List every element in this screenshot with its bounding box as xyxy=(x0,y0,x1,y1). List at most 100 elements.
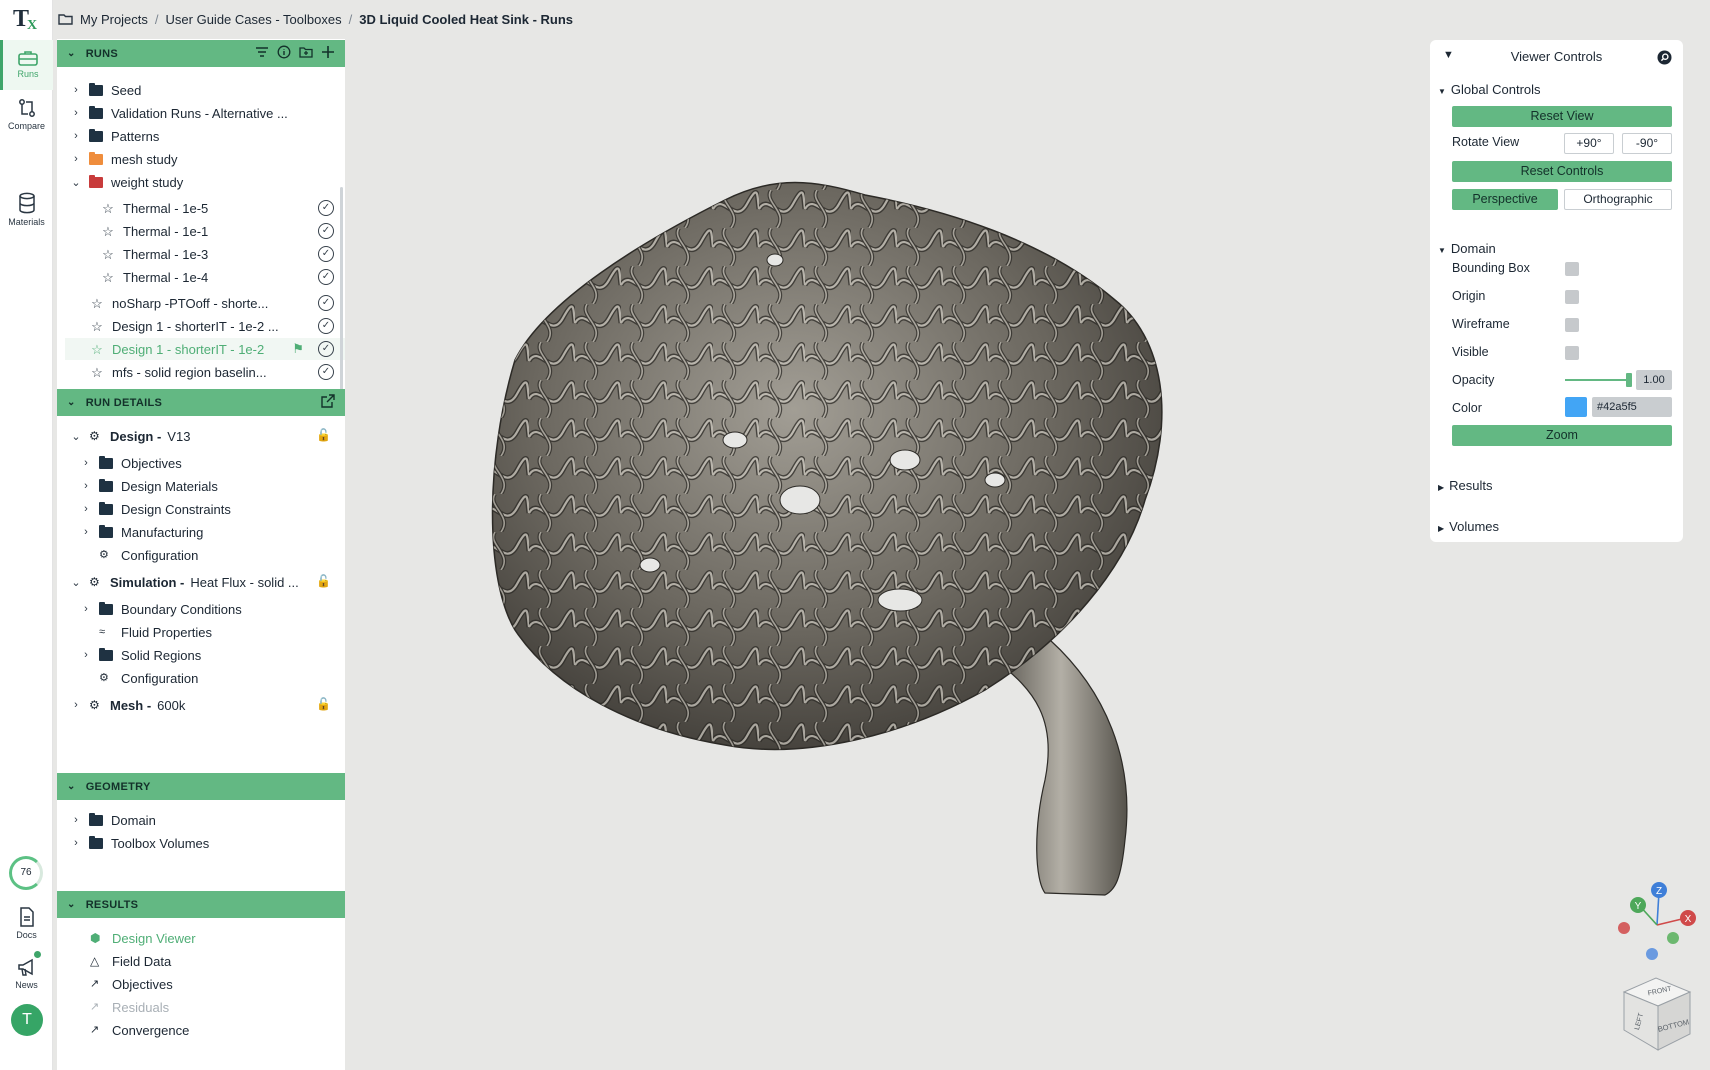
results-design-viewer[interactable]: ⬢ Design Viewer xyxy=(90,927,196,949)
neg-y-axis-icon[interactable] xyxy=(1667,932,1679,944)
run-item-label: mfs - solid region baselin... xyxy=(112,364,267,380)
sim-boundary-conditions[interactable]: › Boundary Conditions xyxy=(79,598,242,620)
run-folder-weight-study[interactable]: ⌄ weight study xyxy=(69,171,183,193)
chevron-right-icon: › xyxy=(84,526,88,538)
results-section[interactable]: ▶ Results xyxy=(1438,478,1493,493)
design-manufacturing[interactable]: › Manufacturing xyxy=(79,521,203,543)
results-convergence[interactable]: ↗ Convergence xyxy=(90,1019,189,1041)
folder-icon xyxy=(89,151,103,165)
open-external-icon[interactable] xyxy=(321,394,335,408)
opacity-value-field[interactable]: 1.00 xyxy=(1636,370,1672,390)
run-folder-mesh-study[interactable]: › mesh study xyxy=(69,148,177,170)
app-logo[interactable]: TX xyxy=(13,6,41,34)
run-item[interactable]: ☆ Design 1 - shorterIT - 1e-2 ... ✓ xyxy=(90,315,345,337)
origin-checkbox[interactable] xyxy=(1565,290,1579,304)
design-objectives[interactable]: › Objectives xyxy=(79,452,182,474)
run-folder-patterns[interactable]: › Patterns xyxy=(69,125,159,147)
design-node[interactable]: ⌄ ⚙ Design - V13 🔓 xyxy=(69,425,345,447)
visible-checkbox[interactable] xyxy=(1565,346,1579,360)
orthographic-button[interactable]: Orthographic xyxy=(1564,189,1672,210)
opacity-slider-track[interactable] xyxy=(1565,379,1628,381)
opacity-slider-handle[interactable] xyxy=(1626,373,1632,387)
rotate-minus-90-button[interactable]: -90° xyxy=(1622,133,1672,154)
folder-icon xyxy=(89,105,103,119)
chevron-down-icon: ⌄ xyxy=(67,781,76,792)
rail-materials-button[interactable]: Materials xyxy=(0,190,53,240)
run-item-selected[interactable]: ☆ Design 1 - shorterIT - 1e-2 ⚑ ✓ xyxy=(65,338,345,360)
run-item-label: Thermal - 1e-1 xyxy=(123,223,209,239)
neg-x-axis-icon[interactable] xyxy=(1618,922,1630,934)
run-item[interactable]: ☆ mfs - solid region baselin... ✓ xyxy=(90,361,345,383)
simulation-node[interactable]: ⌄ ⚙ Simulation - Heat Flux - solid ... 🔓 xyxy=(69,571,345,593)
results-field-data[interactable]: △ Field Data xyxy=(90,950,171,972)
check-circle-icon: ✓ xyxy=(318,200,334,216)
runs-section-header[interactable]: ⌄ RUNS xyxy=(57,40,345,67)
check-circle-icon: ✓ xyxy=(318,295,334,311)
zoom-button[interactable]: Zoom xyxy=(1452,425,1672,446)
rail-materials-label: Materials xyxy=(8,217,45,227)
color-hex-field[interactable]: #42a5f5 xyxy=(1592,397,1672,417)
mesh-node[interactable]: › ⚙ Mesh - 600k 🔓 xyxy=(69,694,345,716)
user-avatar[interactable]: T xyxy=(11,1004,43,1036)
neg-z-axis-icon[interactable] xyxy=(1646,948,1658,960)
geometry-section-header[interactable]: ⌄ GEOMETRY xyxy=(57,773,345,800)
search-icon[interactable] xyxy=(1657,50,1672,65)
run-item[interactable]: ☆ Thermal - 1e-3 ✓ xyxy=(101,243,345,265)
design-configuration[interactable]: ⚙ Configuration xyxy=(99,544,198,566)
network-icon: △ xyxy=(90,953,100,968)
volumes-section[interactable]: ▶ Volumes xyxy=(1438,519,1499,534)
filter-icon[interactable] xyxy=(255,45,269,59)
run-item[interactable]: ☆ Thermal - 1e-1 ✓ xyxy=(101,220,345,242)
new-folder-icon[interactable] xyxy=(299,45,313,59)
global-controls-section[interactable]: ▼ Global Controls xyxy=(1438,82,1541,97)
run-item[interactable]: ☆ Thermal - 1e-5 ✓ xyxy=(101,197,345,219)
axis-gizmo[interactable]: Z X Y xyxy=(1612,880,1702,960)
compare-icon xyxy=(18,99,35,117)
chevron-right-icon: › xyxy=(84,603,88,615)
rotate-plus-90-button[interactable]: +90° xyxy=(1564,133,1614,154)
wireframe-label: Wireframe xyxy=(1452,317,1510,331)
color-swatch[interactable] xyxy=(1565,397,1587,417)
run-item[interactable]: ☆ noSharp -PTOoff - shorte... ✓ xyxy=(90,292,345,314)
results-section-header[interactable]: ⌄ RESULTS xyxy=(57,891,345,918)
chevron-right-icon: › xyxy=(74,84,78,96)
design-materials[interactable]: › Design Materials xyxy=(79,475,218,497)
domain-section[interactable]: ▼ Domain xyxy=(1438,241,1496,256)
breadcrumb-toolboxes[interactable]: User Guide Cases - Toolboxes xyxy=(166,12,342,27)
geometry-domain[interactable]: › Domain xyxy=(69,809,156,831)
results-objectives[interactable]: ↗ Objectives xyxy=(90,973,173,995)
perspective-button[interactable]: Perspective xyxy=(1452,189,1558,210)
view-cube[interactable]: FRONT LEFT BOTTOM xyxy=(1614,970,1696,1054)
sim-fluid-properties[interactable]: ≈ Fluid Properties xyxy=(99,621,212,643)
results-residuals: ↗ Residuals xyxy=(90,996,169,1018)
runs-scrollbar[interactable] xyxy=(340,187,343,397)
rail-news-button[interactable]: News xyxy=(0,955,53,1005)
lock-icon[interactable]: 🔓 xyxy=(316,428,331,442)
run-details-section-header[interactable]: ⌄ RUN DETAILS xyxy=(57,389,345,416)
bounding-box-checkbox[interactable] xyxy=(1565,262,1579,276)
flag-icon[interactable]: ⚑ xyxy=(292,341,304,357)
lock-icon[interactable]: 🔓 xyxy=(316,574,331,588)
breadcrumb-my-projects[interactable]: My Projects xyxy=(80,12,148,27)
progress-gauge[interactable]: 76 xyxy=(9,856,43,890)
reset-controls-button[interactable]: Reset Controls xyxy=(1452,161,1672,182)
info-icon[interactable] xyxy=(277,45,291,59)
sim-solid-regions[interactable]: › Solid Regions xyxy=(79,644,201,666)
add-icon[interactable] xyxy=(321,45,335,59)
wireframe-checkbox[interactable] xyxy=(1565,318,1579,332)
run-folder-seed[interactable]: › Seed xyxy=(69,79,141,101)
run-folder-validation[interactable]: › Validation Runs - Alternative ... xyxy=(69,102,288,124)
run-item[interactable]: ☆ Thermal - 1e-4 ✓ xyxy=(101,266,345,288)
rail-compare-button[interactable]: Compare xyxy=(0,96,53,146)
rail-docs-button[interactable]: Docs xyxy=(0,905,53,955)
design-constraints[interactable]: › Design Constraints xyxy=(79,498,231,520)
lock-icon[interactable]: 🔓 xyxy=(316,697,331,711)
viewer-controls-title: Viewer Controls xyxy=(1510,49,1603,64)
rail-runs-button[interactable]: Runs xyxy=(0,40,53,90)
reset-view-button[interactable]: Reset View xyxy=(1452,106,1672,127)
results-label: Field Data xyxy=(112,953,172,969)
sim-configuration[interactable]: ⚙ Configuration xyxy=(99,667,198,689)
viewport-3d[interactable] xyxy=(345,0,1430,1070)
geometry-toolbox-volumes[interactable]: › Toolbox Volumes xyxy=(69,832,209,854)
run-item-label: Thermal - 1e-4 xyxy=(123,269,209,285)
